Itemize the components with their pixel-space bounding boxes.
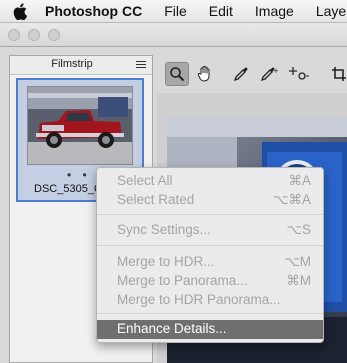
menu-layer[interactable]: Layer — [316, 3, 347, 19]
mac-menubar: Photoshop CC File Edit Image Layer — [0, 0, 347, 23]
close-window-button[interactable] — [8, 29, 20, 41]
zoom-window-button[interactable] — [48, 29, 60, 41]
window-titlebar — [0, 23, 347, 47]
shortcut-select-rated: ⌥⌘A — [272, 192, 311, 207]
menu-item-enhance-details[interactable]: Enhance Details... — [97, 320, 323, 339]
menu-item-merge-hdr-panorama[interactable]: Merge to HDR Panorama... — [97, 291, 323, 310]
filmstrip-menu-icon[interactable] — [136, 61, 146, 69]
filmstrip-title: Filmstrip — [51, 58, 93, 70]
menu-edit[interactable]: Edit — [209, 3, 233, 19]
filmstrip-header: Filmstrip — [10, 56, 152, 75]
camera-raw-toolbar: + — [157, 55, 347, 93]
menu-separator — [97, 214, 323, 215]
menu-separator — [97, 313, 323, 314]
menu-item-select-rated[interactable]: Select Rated ⌥⌘A — [97, 191, 323, 210]
menu-separator — [97, 245, 323, 246]
targeted-adjustment-icon[interactable] — [287, 62, 311, 86]
menu-item-select-all[interactable]: Select All ⌘A — [97, 172, 323, 191]
svg-text:+: + — [273, 67, 278, 75]
filmstrip-context-menu: Select All ⌘A Select Rated ⌥⌘A Sync Sett… — [96, 167, 324, 343]
hand-tool-icon[interactable] — [193, 62, 217, 86]
color-sampler-icon[interactable]: + — [257, 62, 281, 86]
menu-file[interactable]: File — [164, 3, 187, 19]
truck-thumbnail-image — [27, 86, 133, 165]
menu-item-merge-panorama[interactable]: Merge to Panorama... ⌘M — [97, 272, 323, 291]
shortcut-merge-panorama: ⌘M — [286, 273, 311, 288]
thumbnail-filename: DSC_5305_C — [34, 183, 102, 195]
shortcut-merge-hdr: ⌥M — [284, 254, 311, 269]
apple-icon[interactable] — [13, 2, 27, 20]
eyedropper-icon[interactable] — [229, 62, 253, 86]
menu-image[interactable]: Image — [255, 3, 294, 19]
menu-item-sync-settings[interactable]: Sync Settings... ⌥S — [97, 221, 323, 240]
minimize-window-button[interactable] — [28, 29, 40, 41]
shortcut-select-all: ⌘A — [288, 173, 311, 188]
shortcut-sync-settings: ⌥S — [286, 222, 311, 237]
crop-tool-icon[interactable] — [327, 62, 347, 86]
menu-item-merge-hdr[interactable]: Merge to HDR... ⌥M — [97, 253, 323, 272]
app-menu[interactable]: Photoshop CC — [45, 3, 142, 19]
zoom-tool-icon[interactable] — [165, 62, 189, 86]
